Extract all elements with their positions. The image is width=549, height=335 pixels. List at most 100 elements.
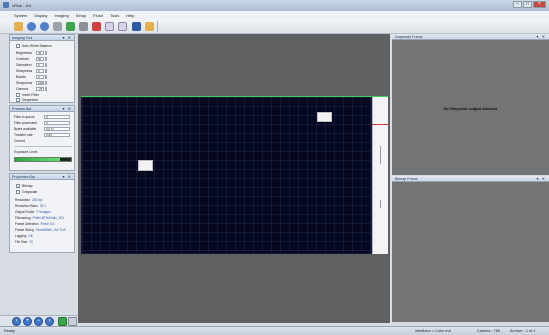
property-value[interactable]: 70 <box>29 240 33 244</box>
frame-marker <box>380 200 381 208</box>
blacks-row: Blacks 0 <box>16 74 47 79</box>
spin-button[interactable] <box>45 62 47 67</box>
spin-button[interactable] <box>45 86 47 91</box>
next-icon[interactable]: › <box>45 317 54 326</box>
property-row[interactable]: Output Folder F:\Images <box>15 209 51 214</box>
status-archive: Archive : 1 of 1 <box>510 329 536 333</box>
imaging-tool-title: Imaging Tool <box>12 36 33 40</box>
menu-tools[interactable]: Tools <box>110 13 119 18</box>
contrast-input[interactable]: 50 <box>36 56 44 61</box>
bitmap-row[interactable]: Bitmap <box>16 183 33 188</box>
sharpness-input[interactable]: 0 <box>36 68 44 73</box>
property-row[interactable]: File Size 70 <box>15 239 33 244</box>
dock-controls[interactable]: ▾ ✕ <box>537 176 546 181</box>
param-label: Blacks <box>16 74 26 79</box>
spin-button[interactable] <box>45 50 47 55</box>
info-label: Transfer rate <box>14 132 33 137</box>
roi-top-line[interactable] <box>81 96 372 97</box>
maximize-button[interactable]: □ <box>523 1 532 8</box>
properties-bar-panel: Properties Bar ▾ ✕ Bitmap Grayscale Reso… <box>9 173 75 253</box>
auto-white-balance-checkbox[interactable] <box>16 43 20 48</box>
gamma-row: Gamma -75 <box>16 86 47 91</box>
close-button[interactable]: × <box>533 1 546 8</box>
menu-help[interactable]: Help <box>126 13 134 18</box>
grayscale-empty-message: No Grayscale output selected <box>443 107 498 111</box>
property-label: Frame Detection <box>15 221 39 226</box>
flag-icon[interactable] <box>118 22 127 31</box>
status-ready: Ready <box>4 329 15 333</box>
property-value[interactable]: Prefix-BTHAGain_001 <box>33 216 65 220</box>
info-value: 0.00 <box>44 132 70 137</box>
frame-split-line[interactable] <box>372 124 388 125</box>
previous-icon[interactable]: ‹ <box>12 317 21 326</box>
menu-setup[interactable]: Setup <box>76 13 86 18</box>
menu-display[interactable]: Display <box>34 13 47 18</box>
property-value[interactable]: Off <box>28 234 32 238</box>
grayscale-label: Grayscale <box>22 189 38 194</box>
menu-system[interactable]: System <box>14 13 27 18</box>
toolbar-separator <box>157 21 158 32</box>
cut-icon[interactable] <box>53 22 62 31</box>
bitmap-checkbox[interactable] <box>16 183 20 188</box>
add-icon[interactable]: + <box>23 317 32 326</box>
property-row[interactable]: Resolution 200 dpi <box>15 197 43 202</box>
despeckle-row[interactable]: Despeckle <box>16 97 38 102</box>
grid-icon[interactable] <box>132 22 141 31</box>
brightness-input[interactable]: 40 <box>36 50 44 55</box>
despeckle-checkbox[interactable] <box>16 97 20 102</box>
stop-icon[interactable] <box>92 22 101 31</box>
invert-filter-checkbox[interactable] <box>16 92 20 97</box>
dock-controls[interactable]: ▾ ✕ <box>63 106 72 111</box>
property-row[interactable]: Filenaming Prefix-BTHAGain_001 <box>15 215 64 220</box>
menu-flush[interactable]: Flush <box>93 13 103 18</box>
spin-button[interactable] <box>45 80 47 85</box>
property-row[interactable]: Reduction Ratio 32:1 <box>15 203 46 208</box>
roi-top-line-cap[interactable] <box>372 96 388 97</box>
imaging-tool-panel: Imaging Tool ▾ ✕ Auto White Balance Brig… <box>9 34 75 103</box>
gamma-input[interactable]: -75 <box>36 86 44 91</box>
bytes-available-row: Bytes available 0.0 % <box>14 126 70 131</box>
saturation-row: Saturation 0 <box>16 62 47 67</box>
sharpness2-input[interactable]: 100 <box>36 80 44 85</box>
record-icon[interactable] <box>79 22 88 31</box>
property-value[interactable]: 200 dpi <box>32 198 42 202</box>
menu-imaging[interactable]: Imaging <box>54 13 68 18</box>
properties-bar-header: Properties Bar ▾ ✕ <box>10 174 74 180</box>
spin-button[interactable] <box>45 74 47 79</box>
image-viewer[interactable] <box>78 34 390 323</box>
property-value[interactable]: Fixed: 8.0 <box>41 222 55 226</box>
property-value[interactable]: FixedWidth - A4 To B <box>36 228 66 232</box>
info-label: Current <box>14 138 25 143</box>
tree-icon[interactable] <box>58 317 67 326</box>
spin-button[interactable] <box>45 56 47 61</box>
auto-white-balance-row[interactable]: Auto White Balance <box>16 43 52 48</box>
image-icon[interactable] <box>68 317 77 326</box>
remove-icon[interactable]: − <box>34 317 43 326</box>
dock-controls[interactable]: ▾ ✕ <box>537 34 546 39</box>
property-value[interactable]: F:\Images <box>37 210 51 214</box>
property-row[interactable]: Frame Sizing FixedWidth - A4 To B <box>15 227 65 232</box>
flag-icon[interactable] <box>105 22 114 31</box>
redo-icon[interactable] <box>40 22 49 31</box>
brightness-row: Brightness 40 <box>16 50 47 55</box>
param-label: Contrast <box>16 56 29 61</box>
property-row[interactable]: Logging Off <box>15 233 33 238</box>
process-bar-header: Process Bar ▾ ✕ <box>10 106 74 112</box>
minimize-button[interactable]: – <box>513 1 522 8</box>
property-row[interactable]: Frame Detection Fixed: 8.0 <box>15 221 55 226</box>
start-icon[interactable] <box>66 22 75 31</box>
dock-controls[interactable]: ▾ ✕ <box>63 174 72 179</box>
undo-icon[interactable] <box>27 22 36 31</box>
grayscale-row[interactable]: Grayscale <box>16 189 37 194</box>
folder-icon[interactable] <box>145 22 154 31</box>
property-label: Filenaming <box>15 215 31 220</box>
saturation-input[interactable]: 0 <box>36 62 44 67</box>
property-label: Logging <box>15 233 27 238</box>
property-value[interactable]: 32:1 <box>40 204 46 208</box>
dock-controls[interactable]: ▾ ✕ <box>63 35 72 40</box>
spin-button[interactable] <box>45 68 47 73</box>
frame-marker <box>380 146 381 164</box>
grayscale-checkbox[interactable] <box>16 189 20 194</box>
blacks-input[interactable]: 0 <box>36 74 44 79</box>
open-folder-icon[interactable] <box>14 22 23 31</box>
